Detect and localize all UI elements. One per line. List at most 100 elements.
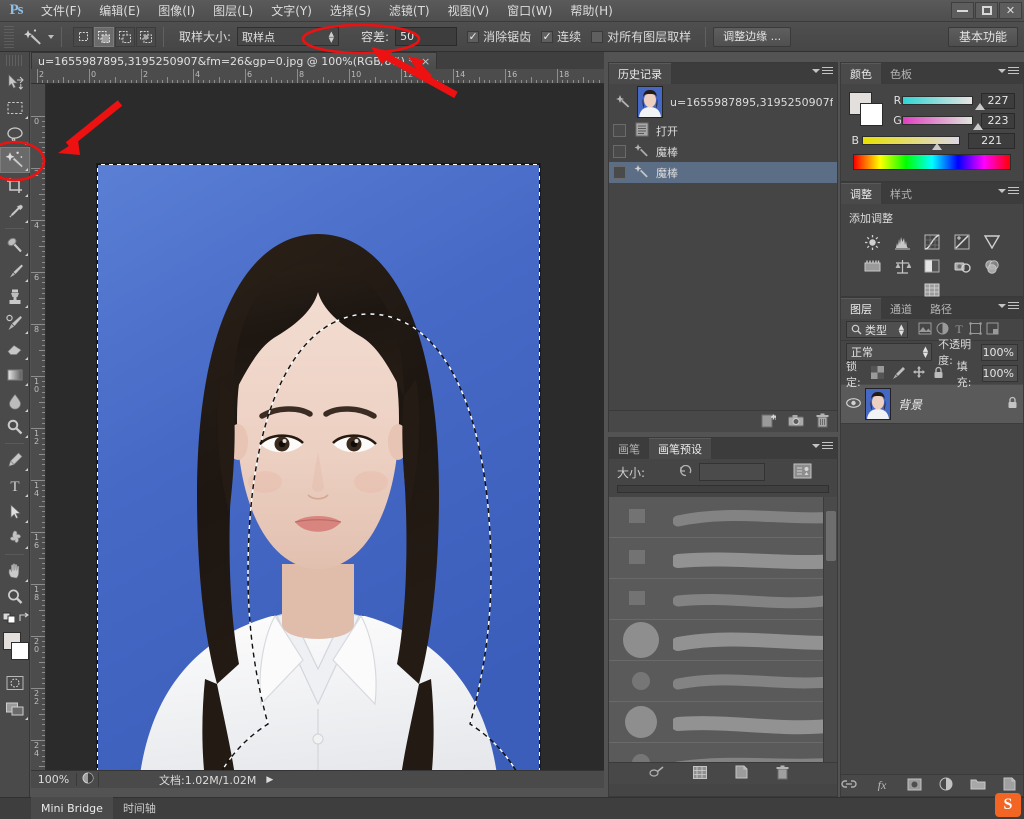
all-layers-checkbox[interactable]: 对所有图层取样 [591, 28, 691, 45]
new-brush-icon[interactable] [735, 765, 748, 782]
gradient-tool[interactable] [0, 362, 30, 388]
screen-mode-icon[interactable] [0, 696, 30, 722]
type-tool[interactable]: T [0, 473, 30, 499]
move-tool[interactable] [0, 69, 30, 95]
close-button[interactable]: ✕ [999, 2, 1022, 19]
load-brushes-icon[interactable] [793, 462, 812, 483]
blend-mode-select[interactable]: 正常 ▲ ▼ [846, 343, 933, 361]
antialias-checkbox[interactable]: 消除锯齿 [467, 28, 531, 45]
brightness-contrast-icon[interactable] [859, 231, 885, 253]
reset-arrow-icon[interactable] [679, 464, 693, 480]
history-state-checkbox[interactable] [613, 124, 626, 137]
eraser-tool[interactable] [0, 336, 30, 362]
red-value[interactable]: 227 [981, 92, 1015, 109]
fill-value[interactable]: 100% [981, 365, 1018, 382]
exposure-icon[interactable] [949, 231, 975, 253]
status-preview-icon[interactable] [77, 772, 99, 787]
delete-state-icon[interactable] [816, 413, 829, 431]
smart-object-filter-icon[interactable] [986, 322, 999, 338]
brush-preset-item[interactable] [609, 661, 837, 702]
add-mask-icon[interactable] [907, 778, 922, 794]
menu-7[interactable]: 滤镜(T) [380, 0, 439, 22]
minimize-button[interactable] [951, 2, 974, 19]
toolbox-grip[interactable] [6, 55, 23, 66]
hand-tool[interactable] [0, 558, 30, 584]
menu-6[interactable]: 选择(S) [321, 0, 380, 22]
crop-tool[interactable] [0, 173, 30, 199]
brush-preset-item[interactable] [609, 743, 837, 762]
green-slider[interactable] [901, 116, 983, 130]
new-layer-icon[interactable] [1003, 777, 1016, 794]
refine-edge-button[interactable]: 调整边缘 ... [713, 26, 792, 47]
tab-history[interactable]: 历史记录 [609, 63, 671, 84]
brush-preset-item[interactable] [609, 620, 837, 661]
image-canvas[interactable] [97, 164, 540, 788]
document-tab[interactable]: u=1655987895,3195250907&fm=26&gp=0.jpg @… [31, 52, 438, 69]
menu-2[interactable]: 编辑(E) [90, 0, 149, 22]
brush-size-input[interactable] [699, 463, 766, 481]
vibrance-icon[interactable] [979, 231, 1005, 253]
path-selection-tool[interactable] [0, 499, 30, 525]
layer-filter-select[interactable]: 类型 ▲ ▼ [846, 321, 908, 338]
brush-options-icon[interactable] [649, 766, 665, 781]
eyedropper-tool[interactable] [0, 199, 30, 225]
dodge-tool[interactable] [0, 414, 30, 440]
levels-icon[interactable] [889, 231, 915, 253]
new-snapshot-icon[interactable] [788, 414, 804, 430]
magic-wand-tool[interactable] [0, 147, 30, 173]
healing-brush-tool[interactable] [0, 232, 30, 258]
brush-panel-menu-icon[interactable] [812, 442, 833, 449]
workspace-button[interactable]: 基本功能 [947, 26, 1018, 47]
color-spectrum-bar[interactable] [853, 154, 1011, 170]
menu-4[interactable]: 图层(L) [204, 0, 262, 22]
tab-adjustments[interactable]: 调整 [841, 183, 881, 204]
curves-icon[interactable] [919, 231, 945, 253]
quick-mask-icon[interactable] [0, 670, 30, 696]
photo-filter-icon[interactable] [949, 255, 975, 277]
tool-preset-arrow[interactable] [48, 34, 54, 39]
new-document-from-state-icon[interactable] [761, 413, 777, 431]
link-layers-icon[interactable] [840, 778, 857, 793]
history-panel-menu-icon[interactable] [812, 67, 833, 74]
new-group-icon[interactable] [970, 778, 986, 793]
green-value[interactable]: 223 [981, 112, 1015, 129]
menu-9[interactable]: 窗口(W) [498, 0, 561, 22]
color-panel-swatches[interactable] [849, 92, 883, 126]
brush-preset-list[interactable] [609, 497, 837, 762]
pixel-filter-icon[interactable] [918, 322, 932, 338]
pen-tool[interactable] [0, 447, 30, 473]
horizontal-ruler[interactable]: 2 0 2 4 6 8 10 12 14 16 18 [31, 69, 604, 84]
zoom-level[interactable]: 100% [31, 773, 77, 786]
brush-preset-grid-icon[interactable] [693, 765, 707, 782]
lasso-tool[interactable] [0, 121, 30, 147]
new-selection-button[interactable] [73, 26, 93, 47]
color-panel-menu-icon[interactable] [998, 67, 1019, 74]
black-white-icon[interactable] [919, 255, 945, 277]
history-state-open[interactable]: 打开 [609, 120, 837, 141]
add-to-selection-button[interactable] [94, 26, 114, 47]
history-snapshot-row[interactable]: u=1655987895,3195250907fm=... [609, 84, 837, 120]
subtract-from-selection-button[interactable] [115, 26, 135, 47]
tab-mini-bridge[interactable]: Mini Bridge [31, 797, 113, 819]
close-document-icon[interactable]: × [421, 55, 430, 68]
lock-transparency-icon[interactable] [870, 365, 884, 382]
menu-8[interactable]: 视图(V) [439, 0, 499, 22]
color-balance-icon[interactable] [889, 255, 915, 277]
green-slider-knob[interactable] [972, 123, 983, 130]
lock-all-icon[interactable] [933, 366, 944, 382]
tab-timeline[interactable]: 时间轴 [113, 797, 166, 819]
menu-1[interactable]: 文件(F) [32, 0, 90, 22]
lock-image-icon[interactable] [891, 366, 905, 382]
layer-style-fx-icon[interactable]: fx [874, 778, 890, 794]
canvas-area[interactable] [46, 84, 604, 788]
brush-list-scrollbar[interactable] [823, 497, 837, 762]
channel-mixer-icon[interactable] [979, 255, 1005, 277]
shape-tool[interactable] [0, 525, 30, 551]
delete-brush-icon[interactable] [776, 765, 789, 783]
sample-size-select[interactable]: 取样点 ▲ ▼ [237, 27, 340, 46]
tab-swatches[interactable]: 色板 [881, 63, 921, 84]
new-adjustment-icon[interactable] [939, 777, 953, 794]
tab-paths[interactable]: 路径 [921, 298, 961, 319]
clone-stamp-tool[interactable] [0, 284, 30, 310]
intersect-selection-button[interactable] [136, 26, 156, 47]
